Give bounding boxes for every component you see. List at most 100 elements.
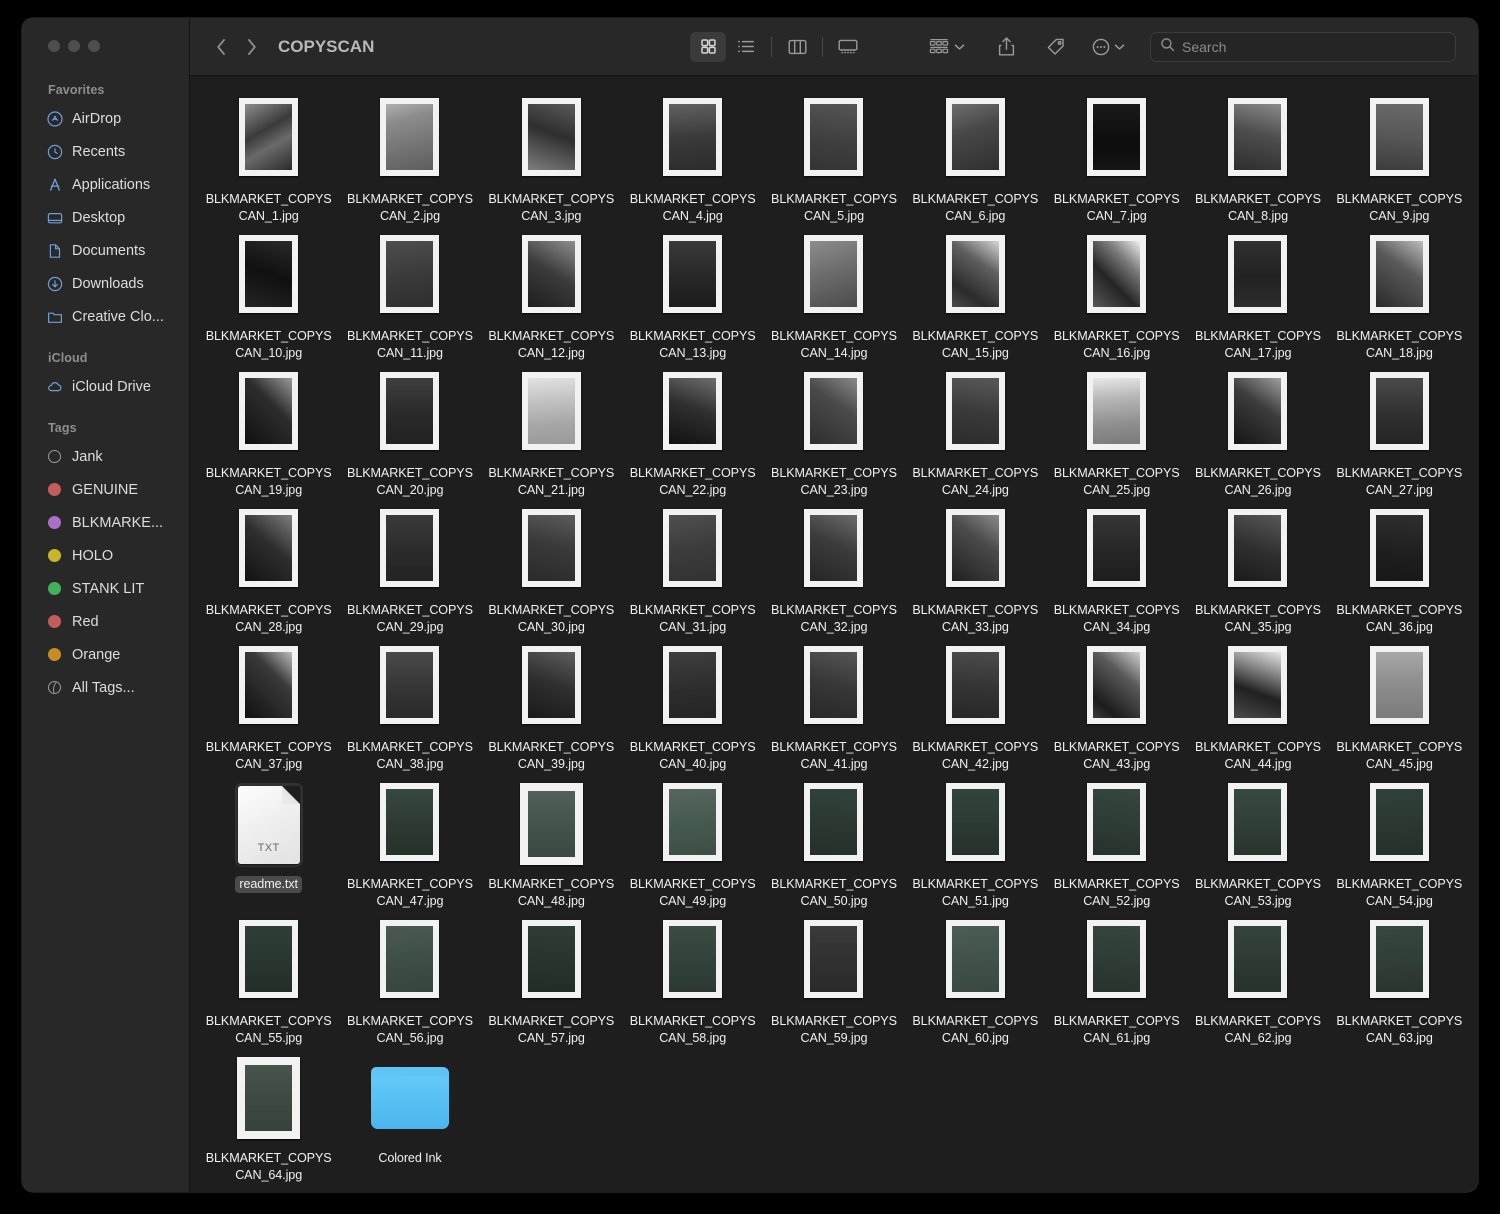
file-item[interactable]: BLKMARKET_COPYSCAN_28.jpg [198,501,339,638]
more-actions-button[interactable] [1088,32,1128,62]
file-item[interactable]: BLKMARKET_COPYSCAN_42.jpg [905,638,1046,775]
file-name-label[interactable]: BLKMARKET_COPYSCAN_20.jpg [347,465,473,498]
file-name-label[interactable]: BLKMARKET_COPYSCAN_39.jpg [488,739,614,772]
file-item[interactable]: BLKMARKET_COPYSCAN_39.jpg [481,638,622,775]
file-item[interactable]: BLKMARKET_COPYSCAN_35.jpg [1187,501,1328,638]
file-item[interactable]: BLKMARKET_COPYSCAN_12.jpg [481,227,622,364]
file-item[interactable]: BLKMARKET_COPYSCAN_3.jpg [481,90,622,227]
file-item[interactable]: BLKMARKET_COPYSCAN_4.jpg [622,90,763,227]
sidebar-tag-all-tags[interactable]: All Tags... [22,671,189,704]
file-item[interactable]: BLKMARKET_COPYSCAN_14.jpg [763,227,904,364]
file-item[interactable]: BLKMARKET_COPYSCAN_45.jpg [1329,638,1470,775]
back-button[interactable] [206,32,236,62]
file-name-label[interactable]: BLKMARKET_COPYSCAN_15.jpg [912,328,1038,361]
file-name-label[interactable]: BLKMARKET_COPYSCAN_52.jpg [1054,876,1180,909]
sidebar-tag-genuine[interactable]: GENUINE [22,473,189,506]
file-name-label[interactable]: BLKMARKET_COPYSCAN_28.jpg [206,602,332,635]
file-item[interactable]: BLKMARKET_COPYSCAN_53.jpg [1187,775,1328,912]
file-name-label[interactable]: BLKMARKET_COPYSCAN_57.jpg [488,1013,614,1046]
file-item[interactable]: BLKMARKET_COPYSCAN_21.jpg [481,364,622,501]
group-by-button[interactable] [924,32,968,62]
view-list-button[interactable] [728,32,764,62]
file-name-label[interactable]: BLKMARKET_COPYSCAN_23.jpg [771,465,897,498]
view-column-button[interactable] [779,32,815,62]
sidebar-item-applications[interactable]: Applications [22,168,189,201]
file-item[interactable]: BLKMARKET_COPYSCAN_2.jpg [339,90,480,227]
file-name-label[interactable]: BLKMARKET_COPYSCAN_11.jpg [347,328,473,361]
minimize-button[interactable] [68,40,80,52]
file-name-label[interactable]: BLKMARKET_COPYSCAN_36.jpg [1336,602,1462,635]
file-item[interactable]: BLKMARKET_COPYSCAN_55.jpg [198,912,339,1049]
file-item[interactable]: BLKMARKET_COPYSCAN_50.jpg [763,775,904,912]
share-button[interactable] [988,32,1024,62]
file-name-label[interactable]: BLKMARKET_COPYSCAN_54.jpg [1336,876,1462,909]
file-item[interactable]: BLKMARKET_COPYSCAN_18.jpg [1329,227,1470,364]
file-name-label[interactable]: BLKMARKET_COPYSCAN_61.jpg [1054,1013,1180,1046]
sidebar-item-creative-cloud[interactable]: Creative Clo... [22,300,189,333]
file-name-label[interactable]: BLKMARKET_COPYSCAN_51.jpg [912,876,1038,909]
tags-button[interactable] [1038,32,1074,62]
file-item[interactable]: BLKMARKET_COPYSCAN_13.jpg [622,227,763,364]
file-item[interactable]: BLKMARKET_COPYSCAN_54.jpg [1329,775,1470,912]
file-name-label[interactable]: BLKMARKET_COPYSCAN_53.jpg [1195,876,1321,909]
file-name-label[interactable]: BLKMARKET_COPYSCAN_26.jpg [1195,465,1321,498]
file-name-label[interactable]: BLKMARKET_COPYSCAN_62.jpg [1195,1013,1321,1046]
file-name-label[interactable]: BLKMARKET_COPYSCAN_29.jpg [347,602,473,635]
file-name-label[interactable]: BLKMARKET_COPYSCAN_41.jpg [771,739,897,772]
file-name-label[interactable]: BLKMARKET_COPYSCAN_40.jpg [630,739,756,772]
file-item[interactable]: BLKMARKET_COPYSCAN_43.jpg [1046,638,1187,775]
file-name-label[interactable]: BLKMARKET_COPYSCAN_22.jpg [630,465,756,498]
file-item[interactable]: BLKMARKET_COPYSCAN_59.jpg [763,912,904,1049]
file-name-label[interactable]: BLKMARKET_COPYSCAN_32.jpg [771,602,897,635]
search-input[interactable] [1182,38,1446,55]
file-item[interactable]: BLKMARKET_COPYSCAN_25.jpg [1046,364,1187,501]
sidebar-item-recents[interactable]: Recents [22,135,189,168]
file-item[interactable]: BLKMARKET_COPYSCAN_62.jpg [1187,912,1328,1049]
file-browser-content[interactable]: BLKMARKET_COPYSCAN_1.jpg BLKMARKET_COPYSC… [190,76,1478,1192]
file-item[interactable]: BLKMARKET_COPYSCAN_15.jpg [905,227,1046,364]
file-item[interactable]: BLKMARKET_COPYSCAN_11.jpg [339,227,480,364]
file-name-label[interactable]: BLKMARKET_COPYSCAN_30.jpg [488,602,614,635]
close-button[interactable] [48,40,60,52]
file-item[interactable]: BLKMARKET_COPYSCAN_64.jpg [198,1049,339,1186]
forward-button[interactable] [236,32,266,62]
file-name-label[interactable]: BLKMARKET_COPYSCAN_48.jpg [488,876,614,909]
sidebar-tag-red[interactable]: Red [22,605,189,638]
file-name-label[interactable]: BLKMARKET_COPYSCAN_63.jpg [1336,1013,1462,1046]
view-icon-button[interactable] [690,31,726,62]
file-item[interactable]: BLKMARKET_COPYSCAN_16.jpg [1046,227,1187,364]
file-name-label[interactable]: BLKMARKET_COPYSCAN_45.jpg [1336,739,1462,772]
file-item[interactable]: BLKMARKET_COPYSCAN_49.jpg [622,775,763,912]
file-item[interactable]: BLKMARKET_COPYSCAN_1.jpg [198,90,339,227]
file-name-label[interactable]: BLKMARKET_COPYSCAN_10.jpg [206,328,332,361]
file-name-label[interactable]: BLKMARKET_COPYSCAN_5.jpg [771,191,897,224]
file-item[interactable]: BLKMARKET_COPYSCAN_52.jpg [1046,775,1187,912]
file-item[interactable]: BLKMARKET_COPYSCAN_40.jpg [622,638,763,775]
file-item[interactable]: BLKMARKET_COPYSCAN_17.jpg [1187,227,1328,364]
file-name-label[interactable]: BLKMARKET_COPYSCAN_19.jpg [206,465,332,498]
file-item[interactable]: BLKMARKET_COPYSCAN_20.jpg [339,364,480,501]
file-item[interactable]: BLKMARKET_COPYSCAN_27.jpg [1329,364,1470,501]
file-name-label[interactable]: BLKMARKET_COPYSCAN_47.jpg [347,876,473,909]
sidebar-tag-blkmarket[interactable]: BLKMARKE... [22,506,189,539]
search-field[interactable] [1150,31,1456,62]
file-name-label[interactable]: BLKMARKET_COPYSCAN_38.jpg [347,739,473,772]
file-name-label[interactable]: BLKMARKET_COPYSCAN_35.jpg [1195,602,1321,635]
file-name-label[interactable]: BLKMARKET_COPYSCAN_56.jpg [347,1013,473,1046]
file-item[interactable]: BLKMARKET_COPYSCAN_51.jpg [905,775,1046,912]
file-name-label[interactable]: readme.txt [235,876,302,893]
file-name-label[interactable]: BLKMARKET_COPYSCAN_1.jpg [206,191,332,224]
file-name-label[interactable]: BLKMARKET_COPYSCAN_16.jpg [1054,328,1180,361]
sidebar-item-airdrop[interactable]: AirDrop [22,102,189,135]
file-name-label[interactable]: BLKMARKET_COPYSCAN_59.jpg [771,1013,897,1046]
file-item[interactable]: BLKMARKET_COPYSCAN_56.jpg [339,912,480,1049]
file-name-label[interactable]: BLKMARKET_COPYSCAN_2.jpg [347,191,473,224]
file-item[interactable]: BLKMARKET_COPYSCAN_63.jpg [1329,912,1470,1049]
file-item[interactable]: BLKMARKET_COPYSCAN_44.jpg [1187,638,1328,775]
file-item[interactable]: BLKMARKET_COPYSCAN_58.jpg [622,912,763,1049]
file-item[interactable]: BLKMARKET_COPYSCAN_6.jpg [905,90,1046,227]
file-name-label[interactable]: BLKMARKET_COPYSCAN_14.jpg [771,328,897,361]
sidebar-item-desktop[interactable]: Desktop [22,201,189,234]
file-item[interactable]: BLKMARKET_COPYSCAN_36.jpg [1329,501,1470,638]
file-name-label[interactable]: BLKMARKET_COPYSCAN_60.jpg [912,1013,1038,1046]
